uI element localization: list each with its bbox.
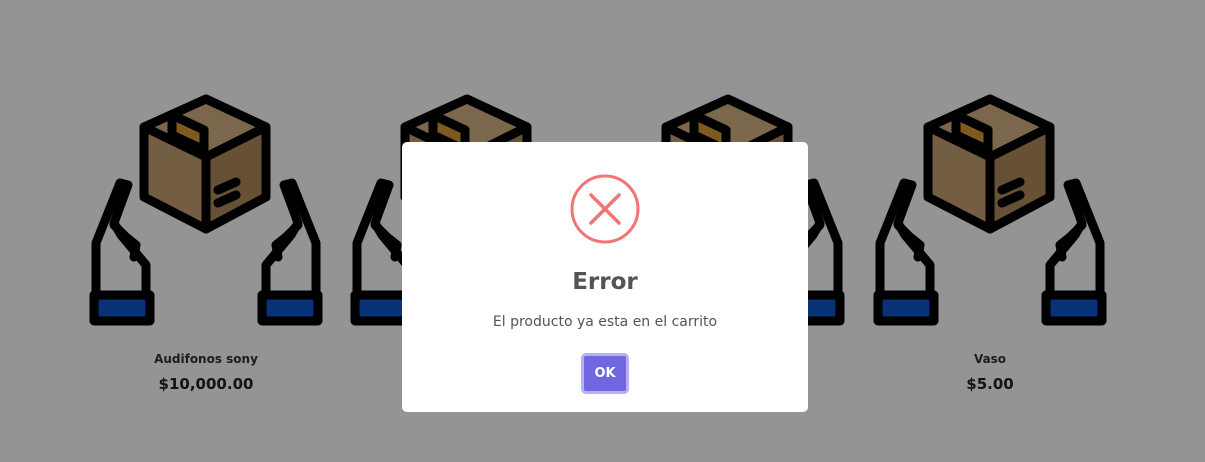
error-dialog: Error El producto ya esta en el carrito …	[402, 142, 808, 412]
error-x-icon	[570, 174, 640, 244]
dialog-title: Error	[572, 269, 638, 295]
dialog-message: El producto ya esta en el carrito	[492, 314, 718, 330]
ok-button[interactable]: OK	[581, 353, 629, 394]
